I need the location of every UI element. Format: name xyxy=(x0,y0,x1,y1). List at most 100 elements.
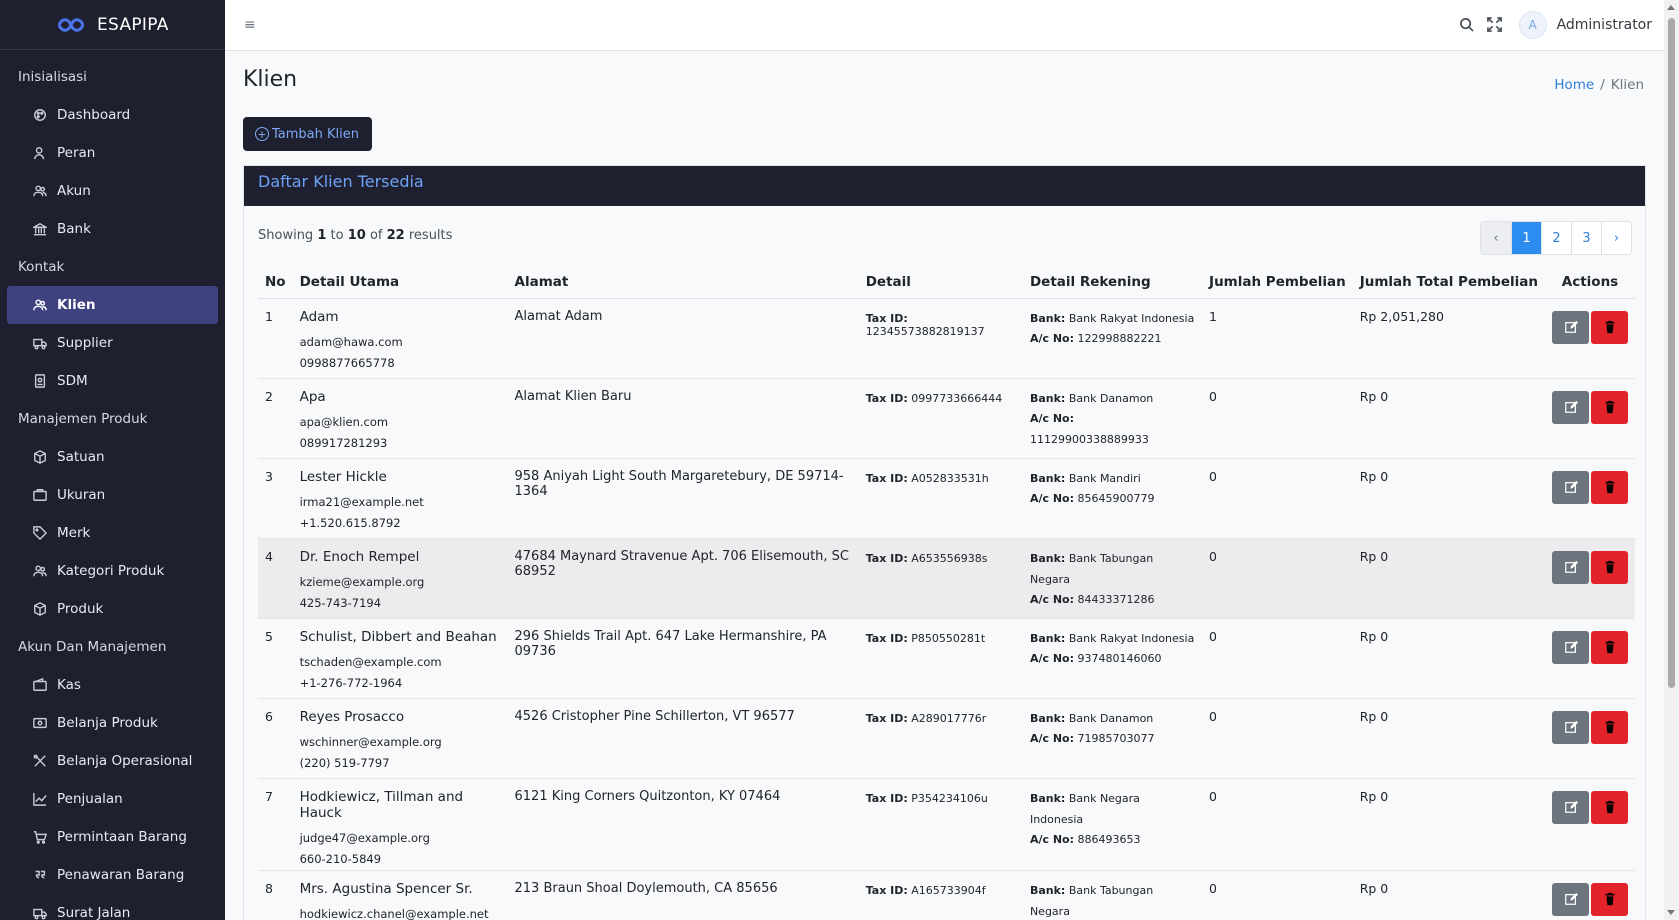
pagination-page-1[interactable]: 1 xyxy=(1511,222,1541,254)
edit-button[interactable] xyxy=(1552,790,1589,824)
cell-detail-utama: Mrs. Agustina Spencer Sr. hodkiewicz.cha… xyxy=(292,870,508,920)
avatar[interactable]: A xyxy=(1518,11,1547,39)
tax-label: Tax ID: xyxy=(865,471,908,485)
sidebar-item-label: Penjualan xyxy=(57,791,123,807)
sidebar-item-label: SDM xyxy=(57,373,88,389)
delete-button[interactable] xyxy=(1591,882,1628,916)
tax-id: P354234106u xyxy=(911,791,988,805)
edit-button[interactable] xyxy=(1552,882,1589,916)
add-client-button[interactable]: + Tambah Klien xyxy=(243,117,372,151)
tax-id: A165733904f xyxy=(911,883,986,897)
sidebar-item-belanja-produk[interactable]: Belanja Produk xyxy=(7,704,218,742)
bank-name: Bank Danamon xyxy=(1068,391,1154,405)
edit-button[interactable] xyxy=(1552,710,1589,744)
sidebar-item-permintaan-barang[interactable]: Permintaan Barang xyxy=(7,818,218,856)
trash-icon xyxy=(1605,800,1614,814)
tax-label: Tax ID: xyxy=(865,791,908,805)
delete-button[interactable] xyxy=(1591,790,1628,824)
cell-no: 6 xyxy=(258,698,293,779)
cell-total: Rp 2,051,280 xyxy=(1352,298,1545,379)
account-number: 886493653 xyxy=(1077,832,1141,846)
edit-button[interactable] xyxy=(1552,630,1589,664)
brand[interactable]: ESAPIPA xyxy=(0,0,225,50)
client-address: 47684 Maynard Stravenue Apt. 706 Elisemo… xyxy=(514,548,849,579)
sidebar-item-akun[interactable]: Akun xyxy=(7,172,218,210)
fullscreen-icon[interactable] xyxy=(1486,17,1503,33)
delete-button[interactable] xyxy=(1591,470,1628,504)
scroll-down-arrow[interactable] xyxy=(1667,910,1675,915)
edit-icon xyxy=(1564,560,1578,573)
tax-label: Tax ID: xyxy=(865,311,908,325)
user-name[interactable]: Administrator xyxy=(1557,17,1652,33)
bank-label: Bank: xyxy=(1029,883,1066,897)
breadcrumb-home[interactable]: Home xyxy=(1554,77,1594,93)
search-icon[interactable] xyxy=(1459,17,1475,33)
sidebar-item-sdm[interactable]: SDM xyxy=(7,362,218,400)
delete-button[interactable] xyxy=(1591,390,1628,424)
pagination-prev[interactable]: ‹ xyxy=(1481,222,1511,254)
sidebar-item-bank[interactable]: Bank xyxy=(7,210,218,248)
sidebar-item-merk[interactable]: Merk xyxy=(7,514,218,552)
cell-alamat: 213 Braun Shoal Doylemouth, CA 85656 xyxy=(507,870,859,920)
acc-label: A/c No: xyxy=(1029,592,1074,606)
sidebar-item-label: Kas xyxy=(57,677,81,693)
page-scrollbar[interactable] xyxy=(1664,0,1679,920)
cell-detail-utama: Apa apa@klien.com 089917281293 xyxy=(292,378,508,459)
bank-label: Bank: xyxy=(1029,631,1066,645)
sidebar-item-surat-jalan[interactable]: Surat Jalan xyxy=(7,894,218,920)
sidebar-item-satuan[interactable]: Satuan xyxy=(7,438,218,476)
cell-total: Rp 0 xyxy=(1352,778,1545,871)
cell-actions xyxy=(1545,778,1635,871)
palette-icon xyxy=(33,108,47,122)
edit-button[interactable] xyxy=(1552,310,1589,344)
sidebar-item-kategori-produk[interactable]: Kategori Produk xyxy=(7,552,218,590)
cell-jumlah: 0 xyxy=(1202,378,1353,459)
client-email: wschinner@example.org xyxy=(299,734,442,749)
cell-no: 7 xyxy=(258,778,293,871)
tax-label: Tax ID: xyxy=(865,883,908,897)
edit-button[interactable] xyxy=(1552,550,1589,584)
col-detail: Detail xyxy=(858,266,1023,299)
box-icon xyxy=(33,450,47,464)
purchase-count: 0 xyxy=(1209,708,1217,724)
sidebar-item-dashboard[interactable]: Dashboard xyxy=(7,96,218,134)
truck-icon xyxy=(33,336,47,350)
edit-button[interactable] xyxy=(1552,390,1589,424)
menu-toggle-icon[interactable]: ≡ xyxy=(244,17,256,33)
sidebar-item-ukuran[interactable]: Ukuran xyxy=(7,476,218,514)
edit-button[interactable] xyxy=(1552,470,1589,504)
sidebar-item-klien[interactable]: Klien xyxy=(7,286,218,324)
bank-name: Bank Danamon xyxy=(1068,711,1154,725)
cell-actions xyxy=(1545,698,1635,779)
delete-button[interactable] xyxy=(1591,630,1628,664)
purchase-count: 0 xyxy=(1209,628,1217,644)
client-address: 213 Braun Shoal Doylemouth, CA 85656 xyxy=(514,880,778,896)
account-number: 11129900338889933 xyxy=(1029,432,1149,446)
pagination-next[interactable]: › xyxy=(1601,222,1631,254)
sidebar-item-peran[interactable]: Peran xyxy=(7,134,218,172)
scroll-thumb[interactable] xyxy=(1668,18,1675,688)
cell-no: 5 xyxy=(258,618,293,699)
pagination-page-2[interactable]: 2 xyxy=(1541,222,1571,254)
client-card: Daftar Klien Tersedia Showing 1 to 10 of… xyxy=(243,165,1646,920)
delete-button[interactable] xyxy=(1591,710,1628,744)
cell-rekening: Bank: Bank Tabungan Negara A/c No: 84433… xyxy=(1022,538,1203,619)
cell-no: 3 xyxy=(258,458,293,539)
sidebar-item-kas[interactable]: Kas xyxy=(7,666,218,704)
sidebar-item-penawaran-barang[interactable]: Penawaran Barang xyxy=(7,856,218,894)
sidebar-item-penjualan[interactable]: Penjualan xyxy=(7,780,218,818)
client-email: kzieme@example.org xyxy=(299,574,425,589)
sidebar-item-belanja-operasional[interactable]: Belanja Operasional xyxy=(7,742,218,780)
delete-button[interactable] xyxy=(1591,310,1628,344)
sidebar-item-produk[interactable]: Produk xyxy=(7,590,218,628)
purchase-count: 0 xyxy=(1209,468,1217,484)
table-row: 2 Apa apa@klien.com 089917281293 Alamat … xyxy=(258,378,1635,459)
cell-detail-utama: Dr. Enoch Rempel kzieme@example.org 425-… xyxy=(292,538,508,619)
client-address: 6121 King Corners Quitzonton, KY 07464 xyxy=(514,788,781,804)
pagination-page-3[interactable]: 3 xyxy=(1571,222,1601,254)
sidebar-item-supplier[interactable]: Supplier xyxy=(7,324,218,362)
badge-icon xyxy=(33,374,47,388)
delete-button[interactable] xyxy=(1591,550,1628,584)
scroll-up-arrow[interactable] xyxy=(1667,5,1675,10)
users-icon xyxy=(33,184,47,198)
